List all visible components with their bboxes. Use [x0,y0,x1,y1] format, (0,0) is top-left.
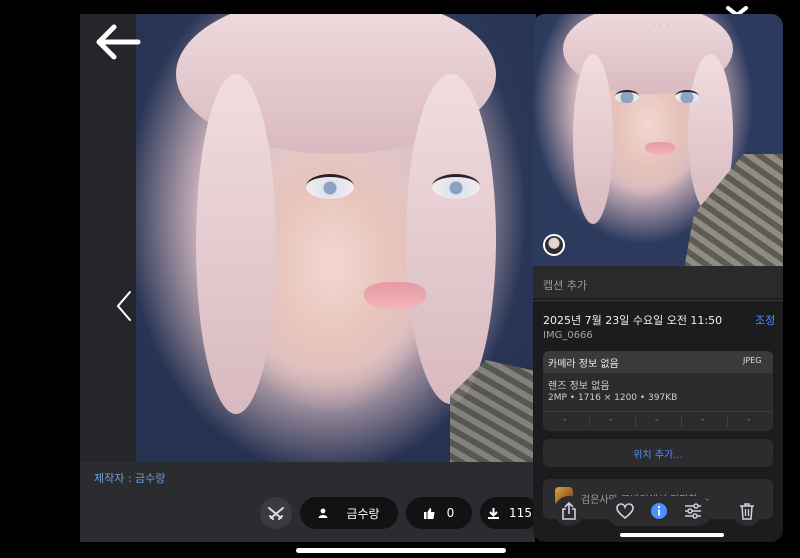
share-button[interactable] [554,496,584,526]
heart-icon[interactable] [616,503,634,519]
sliders-icon[interactable] [684,503,702,519]
crossed-guns-icon [268,507,284,520]
back-arrow-icon[interactable] [92,22,142,62]
photo-info-panel: ••• 캡션 추가 2025년 7월 23일 수요일 오전 11:50 조정 I… [533,14,783,542]
author-name: 금수랑 [346,506,380,521]
exif-separator [635,415,636,427]
trash-icon [740,503,754,520]
chevron-left-icon[interactable] [112,288,136,324]
photo-date: 2025년 7월 23일 수요일 오전 11:50 [543,314,723,327]
adjust-button[interactable]: 조정 [755,312,775,328]
like-button[interactable]: 0 [406,497,472,529]
share-icon [562,502,576,520]
lens-info: 렌즈 정보 없음 [548,381,610,392]
add-location-label: 위치 추가... [633,449,683,461]
exif-shutter: - [747,415,751,425]
grabber-handle[interactable]: ••• [651,20,672,31]
home-indicator[interactable] [296,548,506,553]
exif-iso: - [563,415,567,425]
photo-actions-group [606,496,712,526]
download-icon [488,507,500,519]
image-specs: 2MP • 1716 × 1200 • 397KB [548,393,678,403]
thumbs-up-icon [423,507,435,519]
exif-separator [727,415,728,427]
panel-home-indicator[interactable] [620,533,724,537]
download-button[interactable]: 115 [480,497,540,529]
like-count: 0 [446,506,455,520]
author-button[interactable]: 금수랑 [300,497,398,529]
camera-info-card: 카메라 정보 없음 JPEG 렌즈 정보 없음 2MP • 1716 × 120… [543,351,773,431]
info-icon[interactable] [650,502,668,520]
exif-ev: - [655,415,659,425]
photo-thumbnail[interactable]: ••• [533,14,783,266]
exif-aperture: - [701,415,705,425]
exif-focal: - [609,415,613,425]
caption-placeholder[interactable]: 캡션 추가 [543,277,587,293]
add-location-button[interactable]: 위치 추가... [543,439,773,467]
person-icon [318,508,328,518]
format-badge: JPEG [743,356,762,365]
weapon-emblem-button[interactable] [260,497,292,529]
avatar[interactable] [543,234,565,256]
file-name: IMG_0666 [543,330,593,341]
exif-separator [589,415,590,427]
camera-label: 카메라 정보 없음 [548,359,619,370]
download-count: 115 [509,506,532,520]
creator-label: 제작자 : 금수랑 [94,472,166,485]
divider [543,411,773,412]
exif-separator [681,415,682,427]
delete-button[interactable] [732,496,762,526]
divider [533,300,783,301]
